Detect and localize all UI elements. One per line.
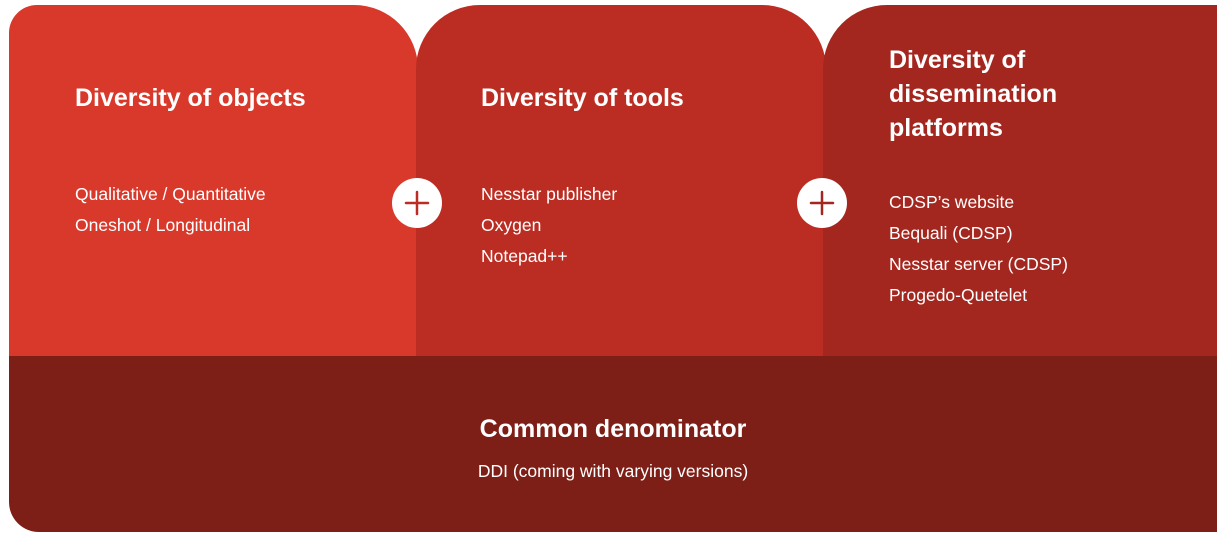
diversity-diagram: Diversity of objects Qualitative / Quant… xyxy=(0,0,1217,533)
list-item: Oneshot / Longitudinal xyxy=(75,215,251,235)
column-items: Qualitative / Quantitative Oneshot / Lon… xyxy=(75,179,266,241)
list-item: Qualitative / Quantitative xyxy=(75,184,266,204)
plus-icon xyxy=(392,178,442,228)
plus-icon xyxy=(797,178,847,228)
list-item: Progedo-Quetelet xyxy=(889,285,1028,305)
panel-subtitle: DDI (coming with varying versions) xyxy=(477,461,749,481)
list-item: CDSP’s website xyxy=(889,192,1015,212)
common-denominator-panel: Common denominator DDI (coming with vary… xyxy=(9,356,1217,532)
list-item: Nesstar server (CDSP) xyxy=(889,254,1068,274)
column-objects: Diversity of objects Qualitative / Quant… xyxy=(9,5,418,357)
list-item: Nesstar publisher xyxy=(481,184,618,204)
column-title: Diversity of dissemination platforms xyxy=(889,46,1058,142)
column-tools: Diversity of tools Nesstar publisher Oxy… xyxy=(416,5,826,357)
column-items: CDSP’s website Bequali (CDSP) Nesstar se… xyxy=(889,187,1068,311)
list-item: Bequali (CDSP) xyxy=(889,223,1013,243)
column-title: Diversity of tools xyxy=(481,84,684,112)
panel-title: Common denominator xyxy=(479,415,747,443)
list-item: Oxygen xyxy=(481,215,542,235)
list-item: Notepad++ xyxy=(481,246,568,266)
column-items: Nesstar publisher Oxygen Notepad++ xyxy=(481,179,617,272)
column-platforms: Diversity of dissemination platforms CDS… xyxy=(823,5,1217,357)
column-title: Diversity of objects xyxy=(75,84,306,112)
